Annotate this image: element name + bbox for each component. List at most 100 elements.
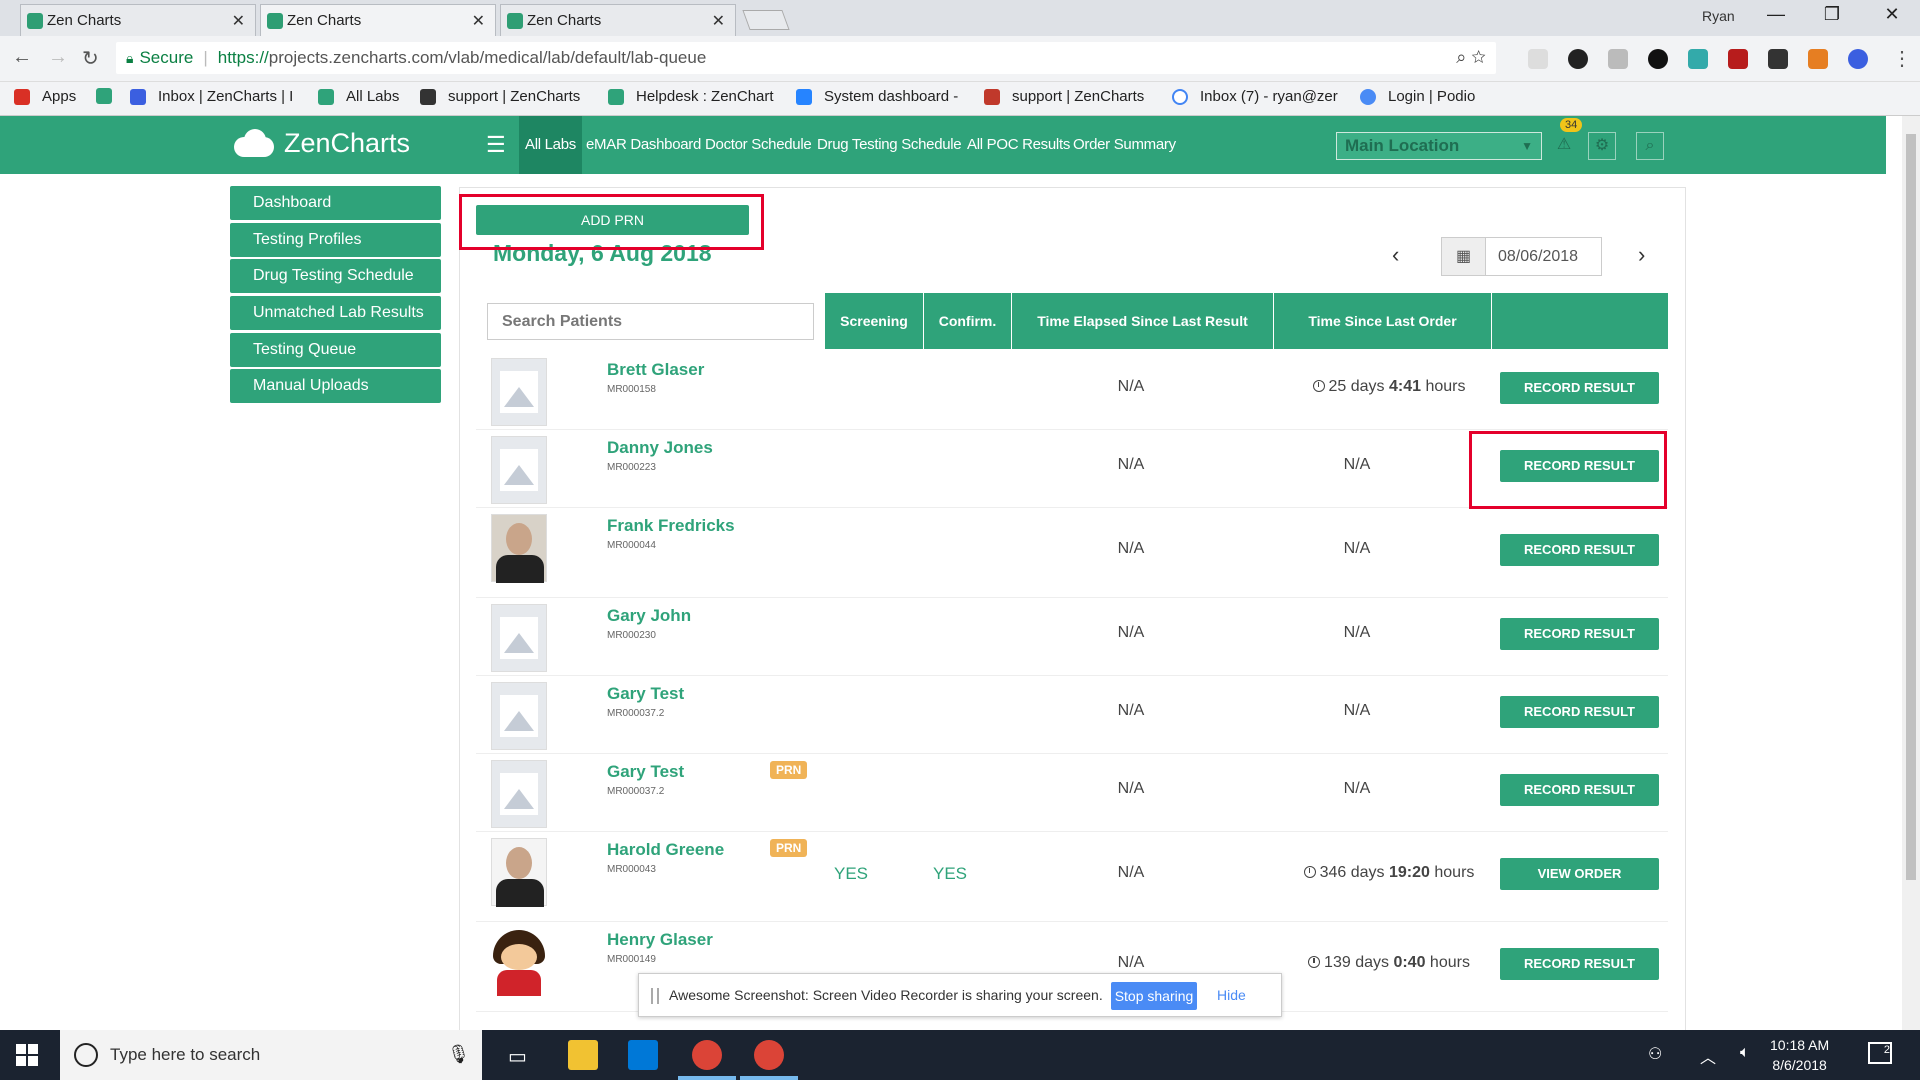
close-icon[interactable]: ✕: [232, 11, 245, 31]
address-bar[interactable]: 🔒︎ Secure | https:// projects.zenchart​s…: [116, 42, 1496, 74]
nav-doctor-schedule[interactable]: Doctor Schedule: [699, 116, 817, 174]
volume-icon[interactable]: 🔈︎: [1740, 1044, 1750, 1062]
bookmark-item[interactable]: support | ZenCharts: [420, 88, 580, 105]
cortana-icon: [74, 1043, 98, 1067]
bookmark-item[interactable]: [96, 88, 124, 104]
column-header-confirm[interactable]: Confirm.: [923, 293, 1011, 349]
pdf-extension-icon[interactable]: [1728, 49, 1748, 69]
extension-icon[interactable]: [1568, 49, 1588, 69]
patient-name-link[interactable]: Danny Jones: [607, 438, 713, 458]
patient-name-link[interactable]: Harold Greene: [607, 840, 724, 860]
patient-name-link[interactable]: Henry Glaser: [607, 930, 713, 950]
column-header-screening[interactable]: Screening: [824, 293, 923, 349]
system-clock[interactable]: 10:18 AM 8/6/2018: [1770, 1035, 1829, 1075]
settings-user-icon[interactable]: ⚙: [1588, 132, 1616, 160]
patient-name-link[interactable]: Gary John: [607, 606, 691, 626]
extension-icon[interactable]: [1768, 49, 1788, 69]
sidebar-item-testing-queue[interactable]: Testing Queue: [230, 333, 441, 367]
sidebar-item-manual-uploads[interactable]: Manual Uploads: [230, 369, 441, 403]
scrollbar-thumb[interactable]: [1906, 134, 1916, 880]
reload-icon[interactable]: ↻: [82, 46, 99, 71]
patient-name-link[interactable]: Gary Test: [607, 762, 684, 782]
browser-tab[interactable]: Zen Charts ✕: [20, 4, 256, 36]
bookmark-item[interactable]: Inbox | ZenCharts | I: [130, 88, 293, 105]
drag-handle-icon[interactable]: [651, 988, 659, 1004]
chevron-up-icon[interactable]: ︿: [1700, 1044, 1716, 1068]
chrome-icon[interactable]: [754, 1040, 784, 1070]
chevron-left-icon[interactable]: ‹: [1392, 242, 1399, 268]
nav-emar-dashboard[interactable]: eMAR Dashboard: [580, 116, 707, 174]
extension-icon[interactable]: [1608, 49, 1628, 69]
browser-tab[interactable]: Zen Charts ✕: [500, 4, 736, 36]
windows-start-icon[interactable]: [16, 1044, 38, 1066]
sidebar-item-unmatched-lab-results[interactable]: Unmatched Lab Results: [230, 296, 441, 330]
record-result-button[interactable]: RECORD RESULT: [1500, 372, 1659, 404]
alert-warning-icon[interactable]: ⚠: [1550, 132, 1578, 160]
bookmark-item[interactable]: Helpdesk : ZenChart: [608, 88, 774, 105]
bookmark-item[interactable]: Login | Podio: [1360, 88, 1475, 105]
browser-user-name[interactable]: Ryan: [1702, 8, 1735, 24]
chrome-icon[interactable]: [692, 1040, 722, 1070]
record-result-button[interactable]: RECORD RESULT: [1500, 774, 1659, 806]
date-picker[interactable]: ▦ 08/06/2018: [1441, 237, 1602, 276]
bookmark-item[interactable]: support | ZenCharts: [984, 88, 1144, 105]
close-icon[interactable]: ✕: [472, 11, 485, 31]
extension-icon[interactable]: [1808, 49, 1828, 69]
search-patients-input[interactable]: [487, 303, 814, 340]
sidebar-item-drug-testing-schedule[interactable]: Drug Testing Schedule: [230, 259, 441, 293]
bookmark-icon: [318, 88, 334, 105]
close-icon[interactable]: ✕: [712, 11, 725, 31]
patient-name-link[interactable]: Gary Test: [607, 684, 684, 704]
column-header-time-elapsed[interactable]: Time Elapsed Since Last Result: [1011, 293, 1273, 349]
taskbar-search-box[interactable]: Type here to search 🎙︎: [60, 1030, 482, 1080]
record-result-button[interactable]: RECORD RESULT: [1500, 696, 1659, 728]
page-scrollbar[interactable]: [1902, 116, 1920, 1030]
sidebar-item-testing-profiles[interactable]: Testing Profiles: [230, 223, 441, 257]
browser-tab-active[interactable]: Zen Charts ✕: [260, 4, 496, 36]
bookmark-item[interactable]: System dashboard -: [796, 88, 958, 105]
extension-icon[interactable]: [1528, 49, 1548, 69]
record-result-button[interactable]: RECORD RESULT: [1500, 948, 1659, 980]
zoom-and-star-icons[interactable]: ⌕ ☆: [1456, 47, 1486, 68]
bookmark-item[interactable]: Inbox (7) - ryan@zer: [1172, 88, 1338, 105]
extension-icon[interactable]: [1848, 49, 1868, 69]
hamburger-menu-icon[interactable]: ☰: [486, 132, 506, 158]
nav-drug-testing-schedule[interactable]: Drug Testing Schedule: [811, 116, 967, 174]
calendar-icon[interactable]: ▦: [1442, 238, 1486, 275]
nav-order-summary[interactable]: Order Summary: [1067, 116, 1182, 174]
close-window-icon[interactable]: ✕: [1872, 4, 1912, 25]
store-icon[interactable]: [628, 1040, 658, 1070]
restore-icon[interactable]: ❐: [1812, 4, 1852, 25]
column-header-time-since-order[interactable]: Time Since Last Order: [1273, 293, 1491, 349]
notification-center-icon[interactable]: 2: [1868, 1042, 1892, 1064]
record-result-button[interactable]: RECORD RESULT: [1500, 534, 1659, 566]
bookmark-apps[interactable]: Apps: [14, 88, 76, 105]
chevron-right-icon[interactable]: ›: [1638, 242, 1645, 268]
minimize-icon[interactable]: —: [1756, 4, 1796, 25]
view-order-button[interactable]: VIEW ORDER: [1500, 858, 1659, 890]
bookmark-item[interactable]: All Labs: [318, 88, 399, 105]
task-view-icon[interactable]: ▭: [508, 1044, 527, 1069]
nav-all-poc-results[interactable]: All POC Results: [961, 116, 1076, 174]
new-tab-button[interactable]: [742, 10, 790, 30]
location-select[interactable]: Main Location ▼: [1336, 132, 1542, 160]
search-icon[interactable]: ⌕: [1636, 132, 1664, 160]
hide-link[interactable]: Hide: [1217, 987, 1246, 1003]
patient-name-link[interactable]: Frank Fredricks: [607, 516, 735, 536]
extension-icon[interactable]: [1688, 49, 1708, 69]
stop-sharing-button[interactable]: Stop sharing: [1111, 982, 1197, 1010]
nav-all-labs[interactable]: All Labs: [519, 116, 582, 174]
menu-kebab-icon[interactable]: ⋮: [1892, 46, 1912, 71]
forward-icon[interactable]: →: [48, 46, 68, 69]
browser-toolbar: ← → ↻ 🔒︎ Secure | https:// projects.zenc…: [0, 36, 1920, 82]
sidebar-item-dashboard[interactable]: Dashboard: [230, 186, 441, 220]
people-icon[interactable]: ⚇: [1648, 1044, 1662, 1064]
back-icon[interactable]: ←: [12, 46, 32, 69]
extension-icon[interactable]: [1648, 49, 1668, 69]
zencharts-logo[interactable]: ZenCharts: [230, 128, 410, 159]
microphone-icon[interactable]: 🎙︎: [447, 1044, 470, 1065]
file-explorer-icon[interactable]: [568, 1040, 598, 1070]
patient-name-link[interactable]: Brett Glaser: [607, 360, 704, 380]
since-order-cell: 139 days 0:40 hours: [1302, 954, 1476, 972]
record-result-button[interactable]: RECORD RESULT: [1500, 618, 1659, 650]
